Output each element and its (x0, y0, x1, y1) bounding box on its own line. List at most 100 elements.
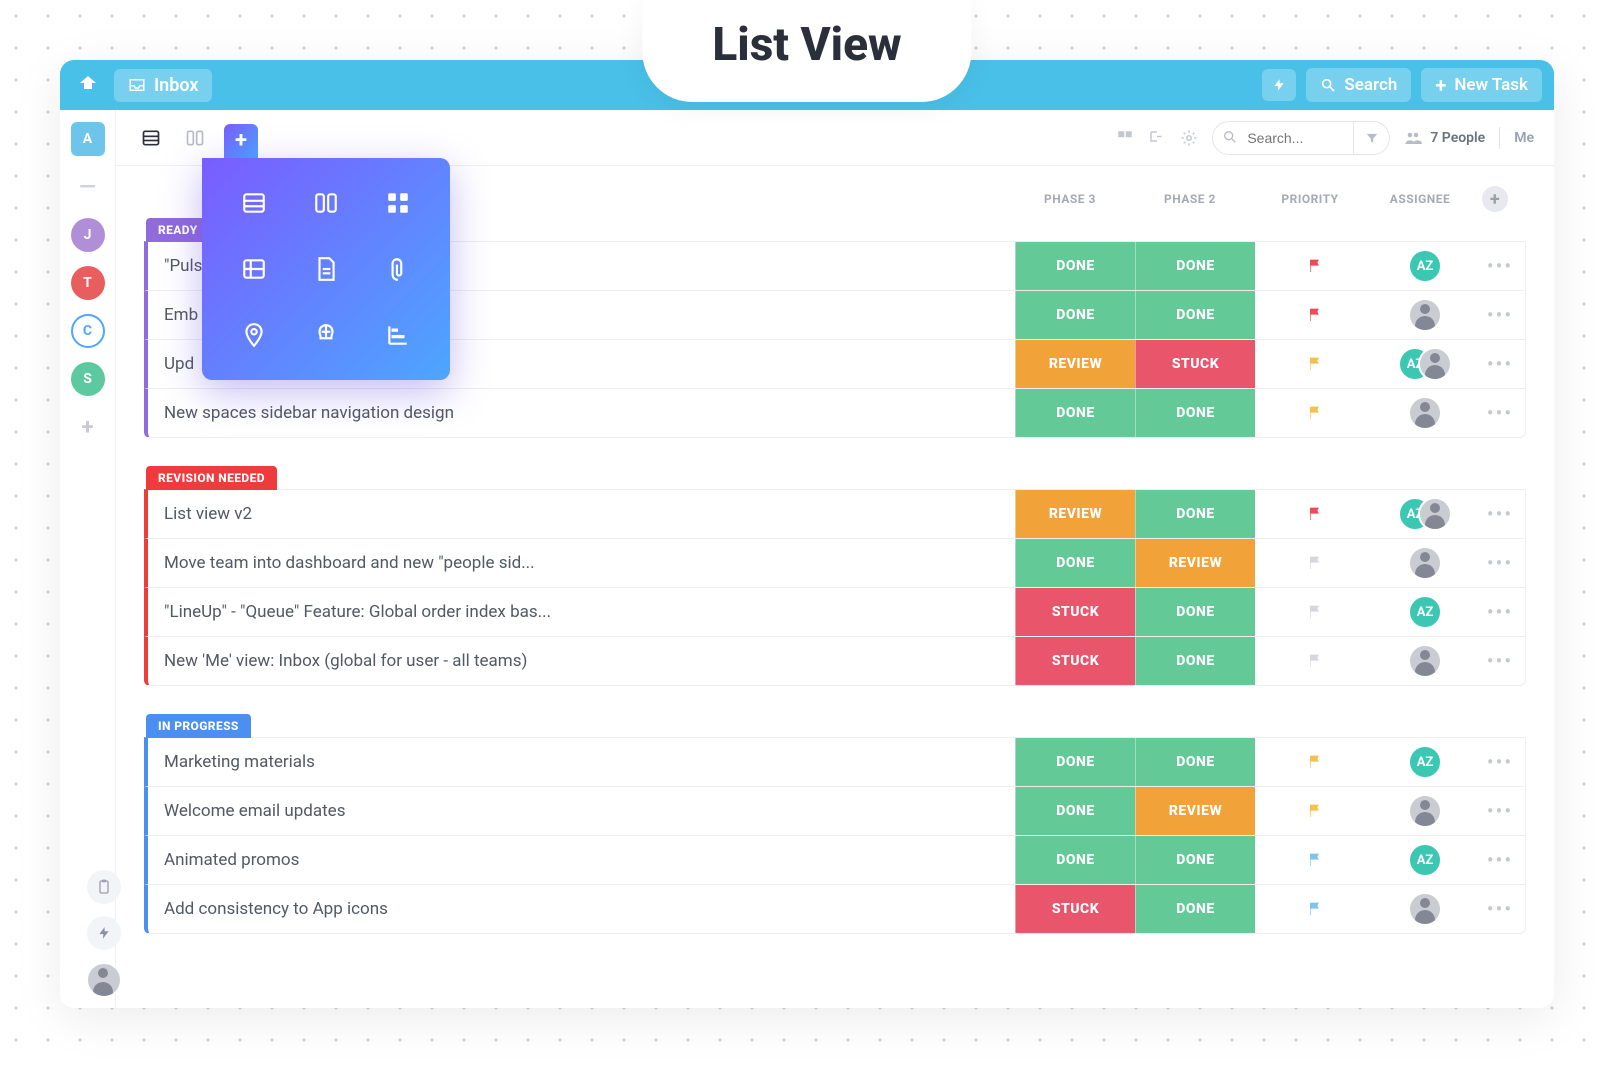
col-phase3[interactable]: PHASE 3 (1010, 192, 1130, 206)
list-view-toggle[interactable] (136, 123, 166, 153)
priority-cell[interactable] (1255, 505, 1375, 523)
col-phase2[interactable]: PHASE 2 (1130, 192, 1250, 206)
avatar[interactable] (1418, 497, 1452, 531)
task-title[interactable]: Move team into dashboard and new "people… (148, 553, 1015, 573)
status-cell-phase3[interactable]: STUCK (1015, 637, 1135, 685)
priority-cell[interactable] (1255, 554, 1375, 572)
task-title[interactable]: List view v2 (148, 504, 1015, 524)
status-cell-phase2[interactable]: DONE (1135, 836, 1255, 884)
status-cell-phase2[interactable]: DONE (1135, 588, 1255, 636)
status-cell-phase3[interactable]: STUCK (1015, 885, 1135, 933)
status-cell-phase3[interactable]: DONE (1015, 836, 1135, 884)
assignee-cell[interactable] (1375, 546, 1475, 580)
priority-cell[interactable] (1255, 306, 1375, 324)
mind-view-icon[interactable] (296, 308, 356, 362)
assignee-cell[interactable] (1375, 644, 1475, 678)
more-icon[interactable]: ••• (1475, 848, 1525, 872)
status-cell-phase2[interactable]: DONE (1135, 490, 1255, 538)
status-cell-phase2[interactable]: REVIEW (1135, 539, 1255, 587)
task-title[interactable]: Add consistency to App icons (148, 899, 1015, 919)
more-icon[interactable]: ••• (1475, 352, 1525, 376)
attach-view-icon[interactable] (368, 242, 428, 296)
avatar[interactable]: AZ (1408, 843, 1442, 877)
priority-cell[interactable] (1255, 652, 1375, 670)
task-row[interactable]: Marketing materialsDONEDONEAZ••• (144, 737, 1526, 787)
priority-cell[interactable] (1255, 603, 1375, 621)
list-view-icon[interactable] (224, 176, 284, 230)
add-view-button[interactable]: + (224, 124, 258, 158)
task-row[interactable]: New spaces sidebar navigation design DONE… (144, 388, 1526, 438)
status-cell-phase2[interactable]: REVIEW (1135, 787, 1255, 835)
group-icon[interactable] (1116, 129, 1134, 147)
assignee-cell[interactable]: AZ (1375, 745, 1475, 779)
gantt-view-icon[interactable] (368, 308, 428, 362)
assignee-cell[interactable]: AZ (1375, 843, 1475, 877)
status-cell-phase3[interactable]: STUCK (1015, 588, 1135, 636)
more-icon[interactable]: ••• (1475, 799, 1525, 823)
assignee-cell[interactable]: AZ (1375, 595, 1475, 629)
app-logo-icon[interactable] (72, 69, 104, 101)
rail-space-A[interactable]: A (71, 122, 105, 156)
more-icon[interactable]: ••• (1475, 254, 1525, 278)
board-view-icon[interactable] (296, 176, 356, 230)
inbox-button[interactable]: Inbox (114, 69, 212, 102)
rail-space-C[interactable]: C (71, 314, 105, 348)
settings-icon[interactable] (1180, 129, 1198, 147)
avatar[interactable] (1408, 794, 1442, 828)
map-view-icon[interactable] (224, 308, 284, 362)
more-icon[interactable]: ••• (1475, 600, 1525, 624)
task-row[interactable]: Add consistency to App iconsSTUCKDONE••• (144, 884, 1526, 934)
bolt-button[interactable] (1262, 69, 1296, 101)
task-title[interactable]: New 'Me' view: Inbox (global for user - … (148, 651, 1015, 671)
status-cell-phase2[interactable]: DONE (1135, 389, 1255, 437)
avatar[interactable]: AZ (1408, 595, 1442, 629)
assignee-cell[interactable]: AZ (1375, 497, 1475, 531)
status-cell-phase2[interactable]: DONE (1135, 242, 1255, 290)
col-assignee[interactable]: ASSIGNEE (1370, 192, 1470, 206)
status-cell-phase3[interactable]: DONE (1015, 539, 1135, 587)
rail-bolt-icon[interactable] (87, 916, 121, 950)
priority-cell[interactable] (1255, 355, 1375, 373)
status-cell-phase3[interactable]: DONE (1015, 291, 1135, 339)
task-row[interactable]: List view v2REVIEWDONEAZ••• (144, 489, 1526, 539)
priority-cell[interactable] (1255, 753, 1375, 771)
filter-button[interactable] (1353, 122, 1389, 154)
task-row[interactable]: Welcome email updatesDONEREVIEW••• (144, 786, 1526, 836)
rail-user-avatar[interactable] (86, 962, 122, 998)
rail-space-+[interactable]: + (71, 410, 105, 444)
more-icon[interactable]: ••• (1475, 551, 1525, 575)
status-cell-phase3[interactable]: DONE (1015, 242, 1135, 290)
subtask-icon[interactable] (1148, 129, 1166, 147)
doc-view-icon[interactable] (296, 242, 356, 296)
more-icon[interactable]: ••• (1475, 401, 1525, 425)
avatar[interactable] (1408, 546, 1442, 580)
priority-cell[interactable] (1255, 802, 1375, 820)
task-title[interactable]: "LineUp" - "Queue" Feature: Global order… (148, 602, 1015, 622)
group-label[interactable]: IN PROGRESS (146, 714, 251, 738)
group-label[interactable]: REVISION NEEDED (146, 466, 277, 490)
status-cell-phase2[interactable]: DONE (1135, 885, 1255, 933)
more-icon[interactable]: ••• (1475, 750, 1525, 774)
priority-cell[interactable] (1255, 404, 1375, 422)
assignee-cell[interactable] (1375, 396, 1475, 430)
rail-clipboard-icon[interactable] (87, 870, 121, 904)
avatar[interactable]: AZ (1408, 249, 1442, 283)
status-cell-phase2[interactable]: DONE (1135, 738, 1255, 786)
col-priority[interactable]: PRIORITY (1250, 192, 1370, 206)
assignee-cell[interactable]: AZ (1375, 249, 1475, 283)
task-row[interactable]: Move team into dashboard and new "people… (144, 538, 1526, 588)
status-cell-phase2[interactable]: DONE (1135, 291, 1255, 339)
task-title[interactable]: Marketing materials (148, 752, 1015, 772)
priority-cell[interactable] (1255, 257, 1375, 275)
more-icon[interactable]: ••• (1475, 303, 1525, 327)
avatar[interactable] (1408, 644, 1442, 678)
status-cell-phase3[interactable]: REVIEW (1015, 340, 1135, 388)
more-icon[interactable]: ••• (1475, 649, 1525, 673)
avatar[interactable] (1418, 347, 1452, 381)
box-view-icon[interactable] (368, 176, 428, 230)
status-cell-phase2[interactable]: DONE (1135, 637, 1255, 685)
task-title[interactable]: Animated promos (148, 850, 1015, 870)
rail-space-J[interactable]: J (71, 218, 105, 252)
people-count[interactable]: 7 People (1404, 129, 1485, 147)
task-title[interactable]: New spaces sidebar navigation design (148, 403, 1015, 423)
